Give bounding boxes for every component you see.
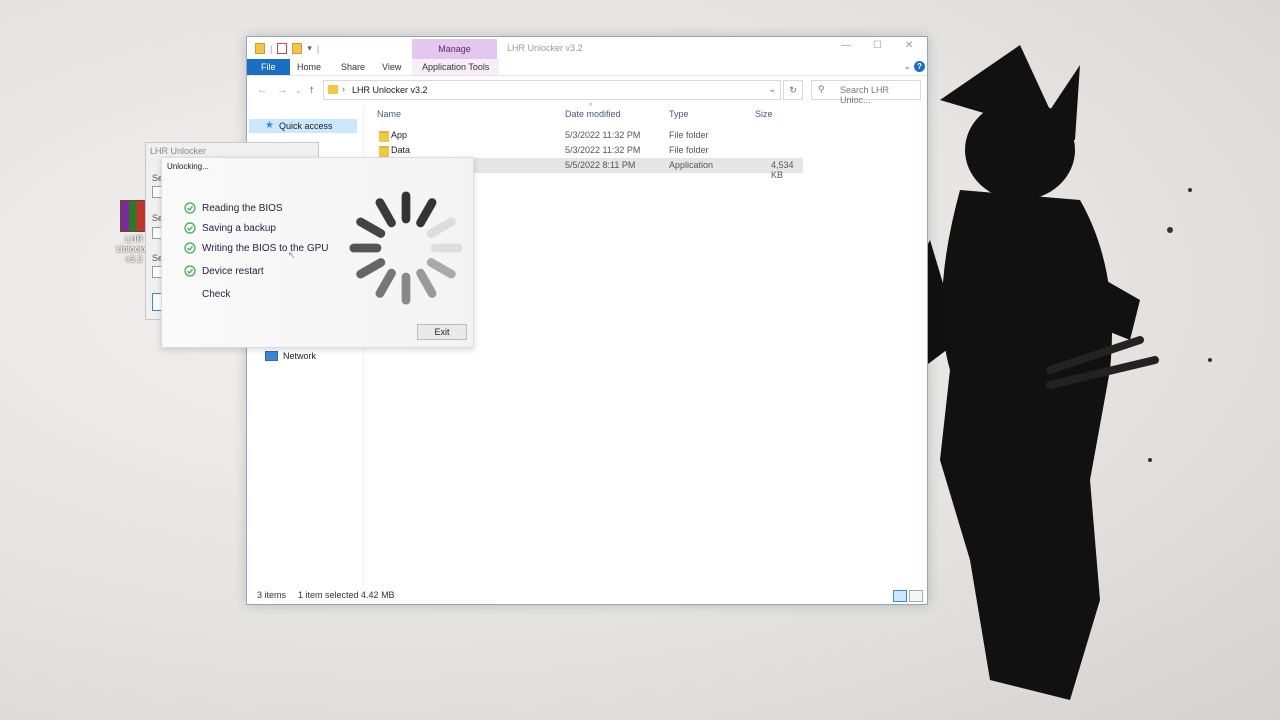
file-date: 5/3/2022 11:32 PM (565, 130, 641, 140)
recent-locations-icon[interactable]: ⌄ (295, 86, 302, 95)
step-device-restart: Device restart (184, 264, 264, 278)
star-icon: ★ (265, 120, 274, 131)
up-arrow-icon[interactable]: ↑ (309, 84, 315, 96)
tab-application-tools[interactable]: Application Tools (412, 59, 500, 75)
step-saving-backup: Saving a backup (184, 221, 276, 235)
file-type: Application (669, 160, 714, 170)
folder-icon (255, 43, 265, 54)
view-switcher (893, 590, 923, 602)
loading-spinner-icon (349, 191, 463, 305)
step-reading-bios: Reading the BIOS (184, 201, 283, 215)
samurai-wallpaper (900, 45, 1212, 700)
check-circle-icon (184, 222, 196, 234)
folder-icon (379, 146, 389, 157)
file-row[interactable]: Data 5/3/2022 11:32 PM File folder (375, 143, 803, 158)
winrar-archive-icon (120, 200, 148, 232)
address-bar[interactable]: › LHR Unlocker v3.2 ⌄ (323, 80, 781, 100)
column-date-modified[interactable]: Date modified (565, 109, 621, 119)
forward-arrow-icon[interactable]: → (277, 84, 288, 96)
minimize-button[interactable]: — (841, 40, 851, 51)
step-writing-bios: Writing the BIOS to the GPU (184, 241, 329, 255)
exit-button[interactable]: Exit (417, 324, 467, 340)
chevron-down-icon[interactable]: ⌄ (768, 84, 776, 95)
customize-toolbar-icon[interactable]: ▾ (307, 43, 312, 54)
nav-quick-access[interactable]: ★ Quick access (249, 119, 357, 133)
new-folder-icon[interactable] (292, 43, 303, 54)
tab-file[interactable]: File (247, 59, 290, 75)
search-icon: ⚲ (818, 84, 825, 94)
tab-view[interactable]: View (372, 59, 411, 75)
column-headers: Name ^ Date modified Type Size (371, 103, 803, 123)
step-label: Device restart (202, 265, 264, 277)
file-name: App (391, 130, 408, 140)
step-label: Writing the BIOS to the GPU (202, 242, 329, 254)
nav-network[interactable]: Network (265, 349, 316, 363)
check-circle-icon (184, 202, 196, 214)
file-type: File folder (669, 145, 709, 155)
status-bar: 3 items 1 item selected 4.42 MB (257, 590, 395, 600)
expand-ribbon-icon[interactable]: ⌄ (903, 61, 911, 72)
manage-contextual-tab[interactable]: Manage (412, 39, 497, 59)
maximize-button[interactable]: ☐ (873, 40, 882, 51)
address-path[interactable]: LHR Unlocker v3.2 (352, 85, 428, 95)
quick-access-toolbar: | ▾ | (255, 43, 319, 54)
search-box[interactable]: ⚲ Search LHR Unloc... (811, 80, 921, 105)
details-view-icon[interactable] (893, 590, 907, 602)
step-label: Reading the BIOS (202, 202, 283, 214)
selection-info: 1 item selected 4.42 MB (298, 590, 395, 600)
properties-icon[interactable] (277, 43, 288, 54)
search-placeholder: Search LHR Unloc... (840, 85, 890, 105)
file-size: 4,534 KB (771, 160, 794, 180)
file-type: File folder (669, 130, 709, 140)
file-row[interactable]: App 5/3/2022 11:32 PM File folder (375, 128, 803, 143)
step-check: Check (184, 287, 230, 301)
column-name[interactable]: Name (377, 109, 401, 119)
file-date: 5/5/2022 8:11 PM (565, 160, 636, 170)
file-name: Data (391, 145, 411, 155)
folder-icon (328, 85, 338, 94)
title-bar: | ▾ | Manage LHR Unlocker v3.2 — ☐ ✕ (247, 37, 927, 59)
column-size[interactable]: Size (755, 109, 773, 119)
help-icon[interactable]: ? (914, 61, 925, 72)
nav-label: Quick access (278, 121, 333, 131)
ribbon-tabs: File Home Share View Application Tools ⌄… (247, 59, 927, 76)
step-label: Check (202, 288, 231, 300)
window-title: LHR Unlocker (150, 146, 207, 156)
folder-icon (379, 131, 389, 142)
large-icons-view-icon[interactable] (909, 590, 923, 602)
step-label: Saving a backup (202, 222, 276, 234)
window-title: LHR Unlocker v3.2 (507, 43, 583, 53)
file-date: 5/3/2022 11:32 PM (565, 145, 641, 155)
refresh-button[interactable]: ↻ (783, 80, 803, 100)
column-type[interactable]: Type (669, 109, 689, 119)
dialog-title: Unlocking... (167, 162, 209, 171)
address-row: ← → ⌄ ↑ › LHR Unlocker v3.2 ⌄ ↻ ⚲ Search… (247, 76, 927, 105)
network-icon (265, 351, 278, 361)
check-circle-icon (184, 242, 196, 254)
tab-home[interactable]: Home (287, 59, 331, 75)
tab-share[interactable]: Share (331, 59, 375, 75)
back-arrow-icon[interactable]: ← (257, 84, 268, 96)
nav-label: Network (283, 351, 317, 361)
mouse-cursor-icon: ↖ (288, 250, 296, 260)
close-button[interactable]: ✕ (905, 40, 913, 51)
item-count: 3 items (257, 590, 287, 600)
chevron-right-icon[interactable]: › (342, 84, 345, 94)
check-circle-icon (184, 265, 196, 277)
unlocking-dialog: Unlocking... Reading the BIOS Saving a b… (161, 157, 474, 348)
